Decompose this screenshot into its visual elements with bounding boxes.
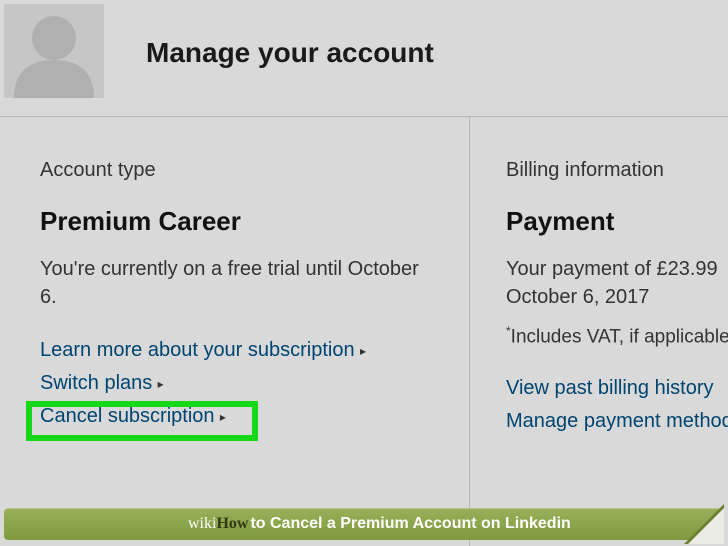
logo-prefix: wiki bbox=[188, 515, 216, 532]
avatar bbox=[4, 4, 104, 98]
billing-panel: Billing information Payment Your payment… bbox=[470, 117, 728, 546]
learn-more-link[interactable]: Learn more about your subscription ▸ bbox=[40, 339, 366, 362]
account-type-label: Account type bbox=[40, 159, 431, 182]
billing-summary-line2: October 6, 2017 bbox=[506, 286, 649, 308]
page-curl-icon bbox=[684, 504, 724, 544]
billing-note: *Includes VAT, if applicable, based on t… bbox=[506, 323, 728, 351]
page-title: Manage your account bbox=[146, 37, 434, 69]
account-plan-name: Premium Career bbox=[40, 206, 431, 237]
billing-note-text: Includes VAT, if applicable, based on th… bbox=[511, 326, 728, 347]
cancel-subscription-label: Cancel subscription bbox=[40, 405, 215, 427]
account-status-text: You're currently on a free trial until O… bbox=[40, 255, 431, 311]
manage-payment-link[interactable]: Manage payment method bbox=[506, 410, 728, 433]
logo-suffix: How bbox=[216, 515, 248, 532]
chevron-right-icon: ▸ bbox=[217, 410, 226, 424]
cancel-subscription-link[interactable]: Cancel subscription ▸ bbox=[40, 405, 226, 428]
page-root: Manage your account Account type Premium… bbox=[0, 0, 728, 546]
chevron-right-icon: ▸ bbox=[357, 344, 366, 358]
learn-more-label: Learn more about your subscription bbox=[40, 339, 355, 361]
billing-summary-line1: Your payment of £23.99 bbox=[506, 258, 718, 280]
switch-plans-link[interactable]: Switch plans ▸ bbox=[40, 372, 164, 395]
switch-plans-label: Switch plans bbox=[40, 372, 152, 394]
content: Account type Premium Career You're curre… bbox=[0, 117, 728, 546]
view-billing-history-link[interactable]: View past billing history bbox=[506, 377, 714, 400]
billing-heading: Payment bbox=[506, 206, 728, 237]
chevron-right-icon: ▸ bbox=[154, 377, 163, 391]
billing-label: Billing information bbox=[506, 159, 728, 182]
billing-summary: Your payment of £23.99 October 6, 2017 bbox=[506, 255, 728, 311]
person-icon bbox=[4, 4, 104, 98]
header: Manage your account bbox=[0, 0, 728, 117]
wikihow-logo: wikiHow bbox=[188, 515, 248, 533]
watermark-bar: wikiHow to Cancel a Premium Account on L… bbox=[4, 508, 724, 540]
account-type-panel: Account type Premium Career You're curre… bbox=[0, 117, 470, 546]
cancel-subscription-highlight: Cancel subscription ▸ bbox=[40, 405, 226, 438]
watermark-title: to Cancel a Premium Account on Linkedin bbox=[250, 515, 570, 533]
